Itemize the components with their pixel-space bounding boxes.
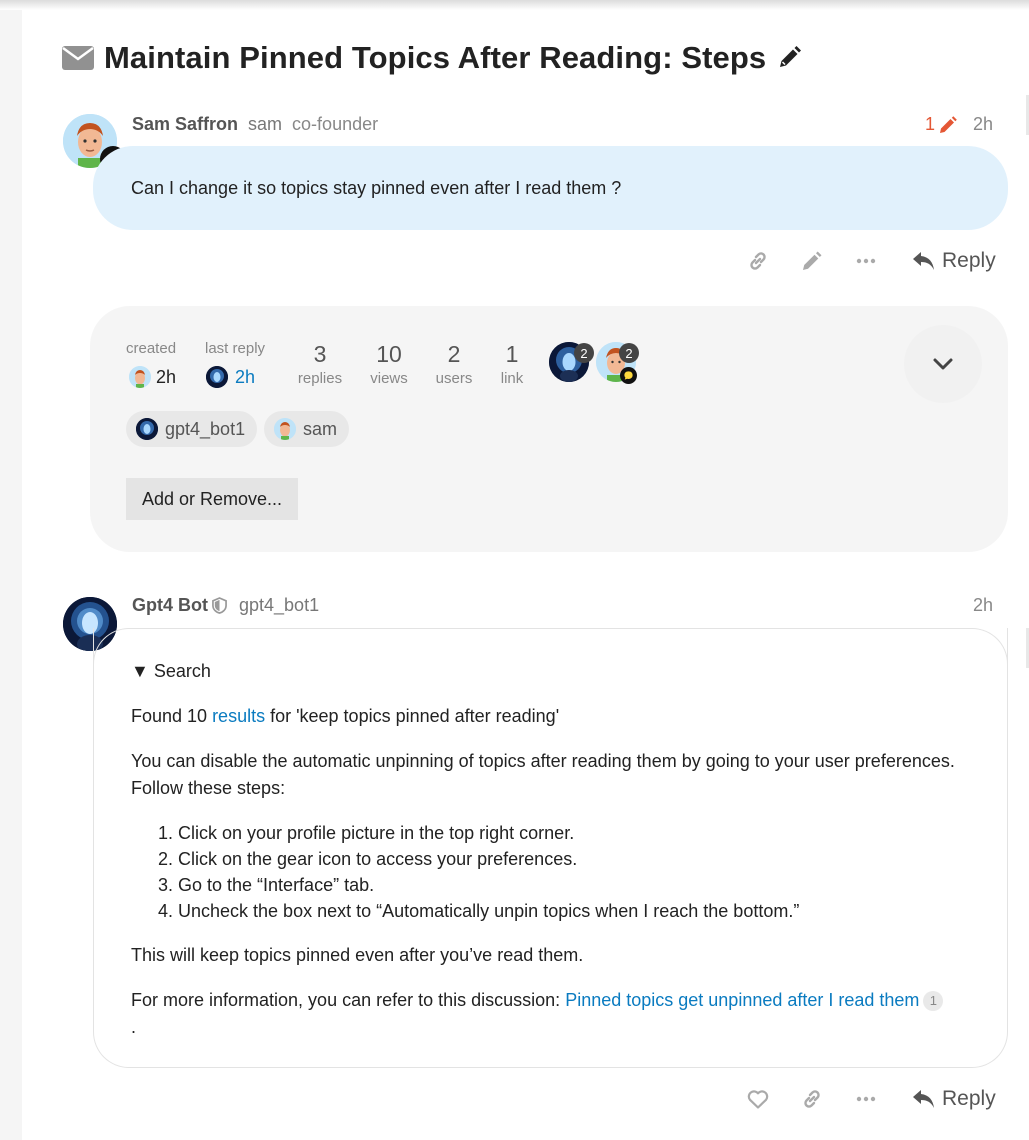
author-full-name[interactable]: Gpt4 Bot [132,595,208,616]
found-prefix: Found 10 [131,706,213,726]
replies-label: replies [297,370,343,387]
trailing-period: . [131,1017,137,1037]
post2-actions: Reply [746,1087,996,1111]
post1-author: Sam Saffron sam co-founder [132,114,378,135]
post2-author: Gpt4 Bot gpt4_bot1 [132,595,329,616]
reply-icon [913,1090,934,1108]
post-date[interactable]: 2h [973,114,993,135]
last-reply-label: last reply [205,340,266,357]
header-shadow [0,0,1029,10]
envelope-icon [62,46,94,70]
reply-icon [913,252,934,270]
created-info[interactable]: 2h [129,366,176,388]
expand-topic-map-button[interactable] [904,325,982,403]
edit-history-button[interactable]: 1 [925,114,958,135]
topic-title: Maintain Pinned Topics After Reading: St… [104,40,767,75]
shield-icon [212,597,227,614]
left-gutter [0,0,22,1140]
replies-count: 3 [313,341,327,367]
allowed-user-chip-sam[interactable]: sam [264,411,350,447]
more-prefix: For more information, you can refer to t… [131,990,566,1010]
results-link[interactable]: results [212,706,265,726]
links-label: link [500,370,524,387]
users-label: users [435,370,473,387]
heart-icon[interactable] [746,1087,770,1111]
topic-title-row: Maintain Pinned Topics After Reading: St… [62,38,802,78]
avatar-gpt4-bot [136,418,158,440]
users-count: 2 [447,341,461,367]
created-value: 2h [156,366,177,387]
post-date[interactable]: 2h [973,595,993,616]
list-item: Go to the “Interface” tab. [178,872,981,898]
links-count: 1 [505,341,519,367]
edit-count: 1 [925,114,936,134]
pencil-icon[interactable] [800,249,824,273]
link-icon[interactable] [800,1087,824,1111]
author-username[interactable]: sam [248,114,282,135]
ellipsis-icon[interactable] [854,1087,878,1111]
author-username[interactable]: gpt4_bot1 [239,595,319,616]
last-reply-info[interactable]: 2h [206,366,255,388]
more-info-paragraph: For more information, you can refer to t… [131,987,981,1041]
pencil-icon [940,115,957,133]
views-count: 10 [376,341,402,367]
chip-label: sam [303,418,338,439]
details-summary[interactable]: ▼ Search [131,658,981,685]
avatar-sam [274,418,296,440]
link-click-count: 1 [923,991,944,1012]
chip-label: gpt4_bot1 [165,418,246,439]
post1-text: Can I change it so topics stay pinned ev… [131,178,622,198]
list-item: Click on the gear icon to access your pr… [178,846,981,872]
avatar-sam [129,366,151,388]
allowed-user-chip-gpt4-bot[interactable]: gpt4_bot1 [126,411,258,447]
post1-body: Can I change it so topics stay pinned ev… [93,146,1008,230]
found-suffix: for 'keep topics pinned after reading' [265,706,560,726]
link-icon[interactable] [746,249,770,273]
reply-button[interactable]: Reply [912,1087,996,1111]
intro-paragraph: You can disable the automatic unpinning … [131,751,955,798]
post1-actions: Reply [746,249,996,273]
search-result-line: Found 10 results for 'keep topics pinned… [131,703,981,730]
discussion-link[interactable]: Pinned topics get unpinned after I read … [565,990,919,1010]
reply-label: Reply [942,249,996,272]
list-item: Click on your profile picture in the top… [178,820,981,846]
author-title: co-founder [292,114,379,134]
views-label: views [370,370,408,387]
list-item: Uncheck the box next to “Automatically u… [178,898,981,924]
participant-post-count: 2 [574,343,594,363]
moderator-flair-icon [620,367,637,384]
created-label: created [126,340,177,357]
steps-list: Click on your profile picture in the top… [178,820,981,924]
add-or-remove-button[interactable]: Add or Remove... [126,478,298,520]
last-reply-value: 2h [235,366,256,387]
chevron-down-icon [933,358,953,370]
summary-paragraph: This will keep topics pinned even after … [131,945,584,965]
reply-button[interactable]: Reply [912,249,996,273]
reply-label: Reply [942,1087,996,1110]
pencil-icon[interactable] [776,45,802,71]
avatar-gpt4-bot [206,366,228,388]
ellipsis-icon[interactable] [854,249,878,273]
post2-body: ▼ Search Found 10 results for 'keep topi… [131,658,981,1059]
participant-post-count: 2 [619,343,639,363]
author-full-name[interactable]: Sam Saffron [132,114,238,135]
